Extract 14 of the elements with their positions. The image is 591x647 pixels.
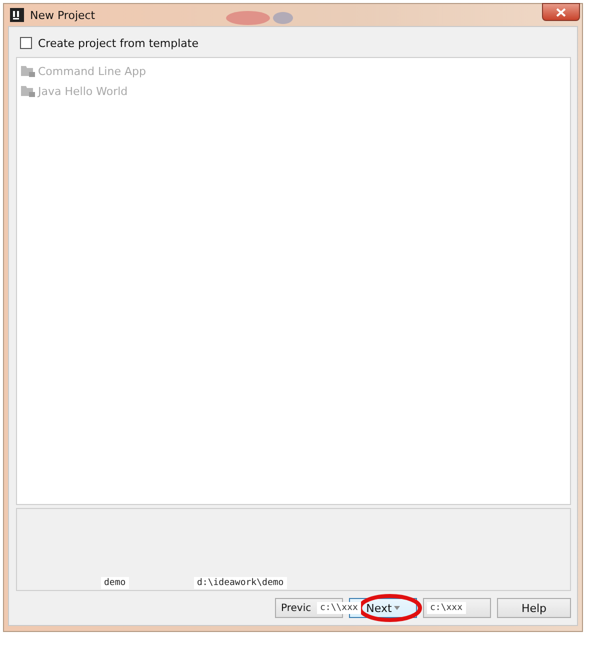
- app-icon: [10, 8, 24, 22]
- caret-icon: [394, 606, 400, 610]
- text-label: demo: [101, 577, 129, 589]
- close-button[interactable]: [542, 3, 580, 21]
- close-icon: [556, 8, 566, 16]
- checkbox-label[interactable]: Create project from template: [38, 36, 198, 50]
- text-label: c:\xxx: [427, 602, 466, 614]
- folder-icon: [21, 65, 35, 77]
- checkbox[interactable]: [20, 37, 32, 49]
- text-label: d:\ideawork\demo: [194, 577, 287, 589]
- folder-icon: [21, 85, 35, 97]
- text-label: c:\\xxx: [317, 602, 361, 614]
- button[interactable]: Help: [497, 598, 571, 618]
- window-title: New Project: [30, 8, 96, 22]
